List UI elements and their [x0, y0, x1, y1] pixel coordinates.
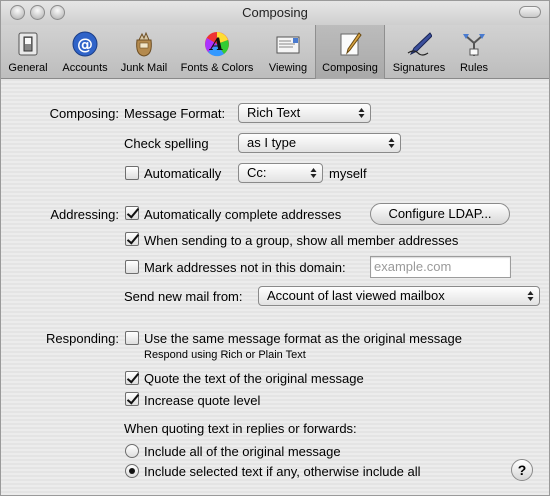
- popup-arrows-icon: [358, 108, 365, 118]
- mark-addresses-label: Mark addresses not in this domain:: [144, 260, 346, 275]
- junk-bag-icon: [136, 31, 152, 57]
- check-spelling-popup[interactable]: as I type: [238, 133, 401, 153]
- cc-value: Cc:: [247, 165, 267, 180]
- message-format-label: Message Format:: [124, 106, 226, 121]
- at-sign-icon: @: [72, 31, 98, 57]
- check-spelling-value: as I type: [247, 135, 297, 150]
- fountain-pen-icon: [407, 32, 432, 56]
- message-format-popup[interactable]: Rich Text: [238, 103, 371, 123]
- automatically-cc-checkbox[interactable]: [125, 166, 139, 180]
- same-format-note: Respond using Rich or Plain Text: [144, 349, 306, 361]
- auto-complete-checkbox[interactable]: [125, 206, 139, 220]
- myself-label: myself: [329, 166, 367, 181]
- envelope-view-icon: [276, 36, 300, 54]
- same-format-label: Use the same message format as the origi…: [144, 331, 462, 346]
- message-format-value: Rich Text: [247, 105, 301, 120]
- auto-complete-label: Automatically complete addresses: [144, 207, 342, 222]
- rules-icon: [463, 34, 485, 56]
- tab-junk-mail[interactable]: Junk Mail: [115, 25, 173, 79]
- send-from-value: Account of last viewed mailbox: [267, 288, 445, 303]
- automatically-label: Automatically: [144, 166, 222, 181]
- tab-signatures[interactable]: Signatures: [387, 25, 451, 79]
- tab-accounts[interactable]: @ Accounts: [55, 25, 115, 79]
- include-all-radio[interactable]: [125, 444, 139, 458]
- composing-section-label: Composing:: [49, 106, 119, 121]
- preferences-toolbar: General @ Accounts Junk Mail A Fonts & C…: [1, 25, 549, 79]
- tab-viewing[interactable]: Viewing: [263, 25, 313, 79]
- show-members-checkbox[interactable]: [125, 232, 139, 246]
- show-members-label: When sending to a group, show all member…: [144, 233, 459, 248]
- send-from-popup[interactable]: Account of last viewed mailbox: [258, 286, 540, 306]
- quote-text-label: Quote the text of the original message: [144, 371, 364, 386]
- increase-quote-checkbox[interactable]: [125, 392, 139, 406]
- tab-general[interactable]: General: [3, 25, 53, 79]
- addressing-section-label: Addressing:: [50, 207, 119, 222]
- title-bar: Composing: [1, 1, 549, 25]
- popup-arrows-icon: [310, 168, 317, 178]
- quote-text-checkbox[interactable]: [125, 371, 139, 385]
- increase-quote-label: Increase quote level: [144, 393, 261, 408]
- help-button[interactable]: ?: [511, 459, 533, 481]
- check-spelling-label: Check spelling: [124, 136, 209, 151]
- send-from-label: Send new mail from:: [124, 289, 243, 304]
- include-all-label: Include all of the original message: [144, 444, 341, 459]
- general-switch-icon: [18, 32, 38, 56]
- window-title: Composing: [242, 5, 308, 20]
- same-format-checkbox[interactable]: [125, 331, 139, 345]
- include-selected-label: Include selected text if any, otherwise …: [144, 464, 421, 479]
- mark-addresses-checkbox[interactable]: [125, 260, 139, 274]
- toolbar-toggle-button[interactable]: [519, 6, 541, 18]
- preferences-window: Composing General @ Accounts Junk Mail A…: [0, 0, 550, 496]
- tab-rules[interactable]: Rules: [453, 25, 495, 79]
- when-quoting-label: When quoting text in replies or forwards…: [124, 421, 357, 436]
- popup-arrows-icon: [527, 291, 534, 301]
- include-selected-radio[interactable]: [125, 464, 139, 478]
- configure-ldap-button[interactable]: Configure LDAP...: [370, 203, 510, 225]
- tab-composing[interactable]: Composing: [315, 25, 385, 79]
- svg-text:@: @: [77, 35, 93, 54]
- color-wheel-icon: A: [205, 32, 229, 57]
- popup-arrows-icon: [388, 138, 395, 148]
- domain-field[interactable]: example.com: [370, 256, 511, 278]
- pen-paper-icon: [340, 32, 362, 56]
- svg-text:A: A: [208, 35, 223, 55]
- responding-section-label: Responding:: [46, 331, 119, 346]
- cc-popup[interactable]: Cc:: [238, 163, 323, 183]
- tab-fonts-colors[interactable]: A Fonts & Colors: [175, 25, 259, 79]
